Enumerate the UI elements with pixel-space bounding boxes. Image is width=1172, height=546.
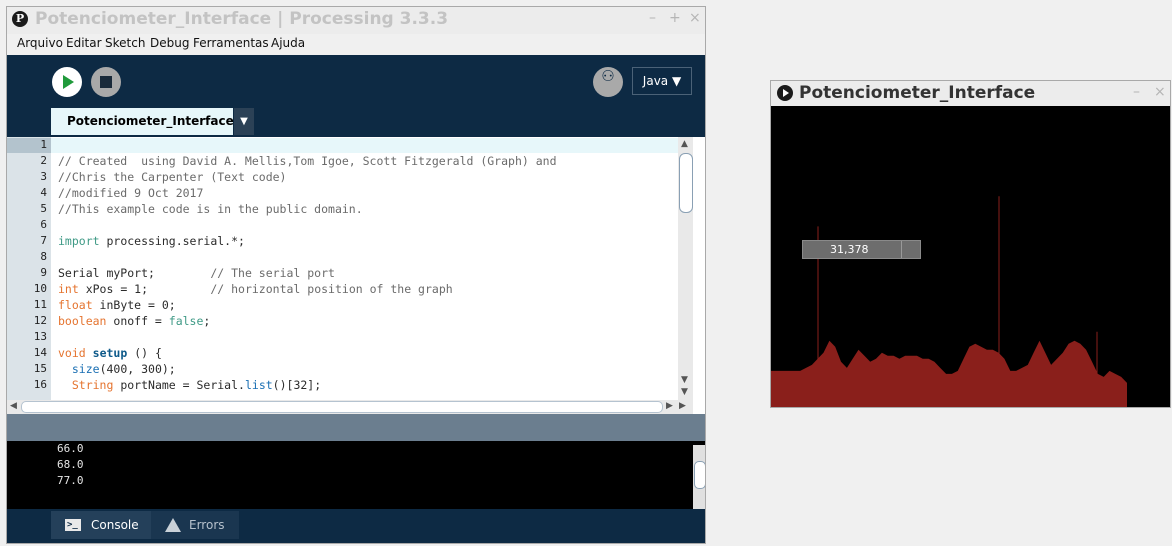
menu-editar[interactable]: Editar bbox=[66, 36, 102, 50]
tab-potenciometer-interface[interactable]: Potenciometer_Interface bbox=[51, 108, 234, 135]
debugger-button[interactable]: ⚇ bbox=[593, 67, 623, 97]
console-line: 68.0 bbox=[57, 458, 84, 471]
code-line: // Created using David A. Mellis,Tom Igo… bbox=[58, 154, 557, 168]
toolbar: ⚇ Java ▼ Potenciometer_Interface ▼ bbox=[7, 55, 705, 147]
line-number: 2 bbox=[40, 154, 47, 167]
tab-menu-button[interactable]: ▼ bbox=[234, 108, 254, 135]
scroll-up-icon[interactable]: ▲ bbox=[681, 139, 688, 149]
readout-divider bbox=[901, 241, 902, 258]
menu-bar: Arquivo Editar Sketch Debug Ferramentas … bbox=[7, 34, 705, 55]
status-bar bbox=[7, 414, 705, 441]
stop-icon bbox=[100, 76, 112, 88]
scroll-down-icon[interactable]: ▼ bbox=[681, 375, 688, 385]
sketch-logo-icon bbox=[777, 85, 793, 101]
butterfly-icon: ⚇ bbox=[601, 67, 615, 85]
processing-logo-icon: P bbox=[12, 11, 28, 27]
console-tab-label: Console bbox=[91, 518, 139, 532]
play-icon bbox=[63, 75, 74, 89]
current-line-highlight bbox=[51, 138, 678, 153]
line-number: 14 bbox=[33, 346, 47, 359]
line-number: 5 bbox=[40, 202, 47, 215]
code-line: Serial myPort; // The serial port bbox=[58, 266, 335, 280]
tab-console[interactable]: >_ Console bbox=[51, 511, 151, 539]
code-line: void setup () { bbox=[58, 346, 162, 360]
console-line: 66.0 bbox=[57, 442, 84, 455]
mode-selector[interactable]: Java ▼ bbox=[632, 67, 692, 95]
warning-icon bbox=[165, 518, 181, 532]
code-line: float inByte = 0; bbox=[58, 298, 176, 312]
scroll-down-end-icon[interactable]: ▼ bbox=[681, 387, 688, 397]
ide-window-title: Potenciometer_Interface | Processing 3.3… bbox=[35, 9, 449, 29]
line-number: 8 bbox=[40, 250, 47, 263]
sketch-canvas[interactable]: 31,378 bbox=[771, 106, 1170, 407]
console-scrollbar[interactable] bbox=[693, 445, 705, 509]
code-area[interactable]: // Created using David A. Mellis,Tom Igo… bbox=[51, 137, 678, 400]
terminal-icon: >_ bbox=[65, 519, 81, 531]
tab-label: Potenciometer_Interface bbox=[67, 114, 234, 128]
line-number: 12 bbox=[33, 314, 47, 327]
line-number: 3 bbox=[40, 170, 47, 183]
line-number: 6 bbox=[40, 218, 47, 231]
editor-horizontal-scrollbar[interactable]: ◀ ▶ ▶ bbox=[7, 400, 693, 414]
line-number: 16 bbox=[33, 378, 47, 391]
sketch-minimize-button[interactable]: – bbox=[1133, 84, 1140, 100]
stop-button[interactable] bbox=[91, 67, 121, 97]
console-scroll-thumb[interactable] bbox=[694, 461, 705, 489]
console-line: 77.0 bbox=[57, 474, 84, 487]
scroll-left-icon[interactable]: ◀ bbox=[10, 401, 17, 411]
console-footer: >_ Console Errors bbox=[7, 509, 705, 543]
ide-titlebar[interactable]: P Potenciometer_Interface | Processing 3… bbox=[7, 7, 705, 34]
editor-scroll-thumb[interactable] bbox=[679, 153, 693, 213]
line-number: 1 bbox=[40, 138, 47, 151]
line-number: 4 bbox=[40, 186, 47, 199]
console-output[interactable]: 66.0 68.0 77.0 bbox=[7, 441, 705, 509]
run-button[interactable] bbox=[52, 67, 82, 97]
scroll-right-end-icon[interactable]: ▶ bbox=[679, 401, 686, 411]
sketch-window: Potenciometer_Interface – × 31,378 bbox=[770, 80, 1171, 408]
sketch-titlebar[interactable]: Potenciometer_Interface – × bbox=[771, 81, 1170, 106]
tab-errors[interactable]: Errors bbox=[151, 511, 239, 539]
line-number: 10 bbox=[33, 282, 47, 295]
code-line: String portName = Serial.list()[32]; bbox=[71, 378, 322, 392]
sketch-window-title: Potenciometer_Interface bbox=[799, 83, 1036, 103]
editor-vertical-scrollbar[interactable]: ▲ ▼ ▼ bbox=[678, 137, 693, 400]
code-line: //Chris the Carpenter (Text code) bbox=[58, 170, 287, 184]
code-line: //This example code is in the public dom… bbox=[58, 202, 363, 216]
line-number: 13 bbox=[33, 330, 47, 343]
maximize-button[interactable]: + bbox=[669, 10, 681, 26]
menu-ferramentas[interactable]: Ferramentas bbox=[193, 36, 269, 50]
menu-sketch[interactable]: Sketch bbox=[105, 36, 145, 50]
sketch-close-button[interactable]: × bbox=[1154, 84, 1166, 100]
line-number: 15 bbox=[33, 362, 47, 375]
readout-box: 31,378 bbox=[802, 240, 921, 259]
code-line: //modified 9 Oct 2017 bbox=[58, 186, 204, 200]
menu-arquivo[interactable]: Arquivo bbox=[17, 36, 63, 50]
code-line: size(400, 300); bbox=[71, 362, 176, 376]
processing-ide-window: P Potenciometer_Interface | Processing 3… bbox=[6, 6, 706, 544]
code-editor[interactable]: 1 2 3 4 5 6 7 8 9 10 11 12 13 14 15 16 // Created using… bbox=[7, 137, 705, 414]
menu-ajuda[interactable]: Ajuda bbox=[271, 36, 305, 50]
line-number: 11 bbox=[33, 298, 47, 311]
code-line: int xPos = 1; // horizontal position of … bbox=[58, 282, 453, 296]
readout-value: 31,378 bbox=[830, 243, 869, 256]
graph-area bbox=[771, 340, 1127, 407]
errors-tab-label: Errors bbox=[189, 518, 225, 532]
line-number-gutter: 1 2 3 4 5 6 7 8 9 10 11 12 13 14 15 16 bbox=[7, 137, 51, 400]
editor-hscroll-thumb[interactable] bbox=[21, 401, 663, 413]
code-line: boolean onoff = false; bbox=[58, 314, 211, 328]
minimize-button[interactable]: – bbox=[649, 10, 656, 26]
scroll-right-icon[interactable]: ▶ bbox=[666, 401, 673, 411]
line-number: 9 bbox=[40, 266, 47, 279]
code-line: import processing.serial.*; bbox=[58, 234, 245, 248]
menu-debug[interactable]: Debug bbox=[150, 36, 189, 50]
close-button[interactable]: × bbox=[689, 10, 701, 26]
line-number: 7 bbox=[40, 234, 47, 247]
